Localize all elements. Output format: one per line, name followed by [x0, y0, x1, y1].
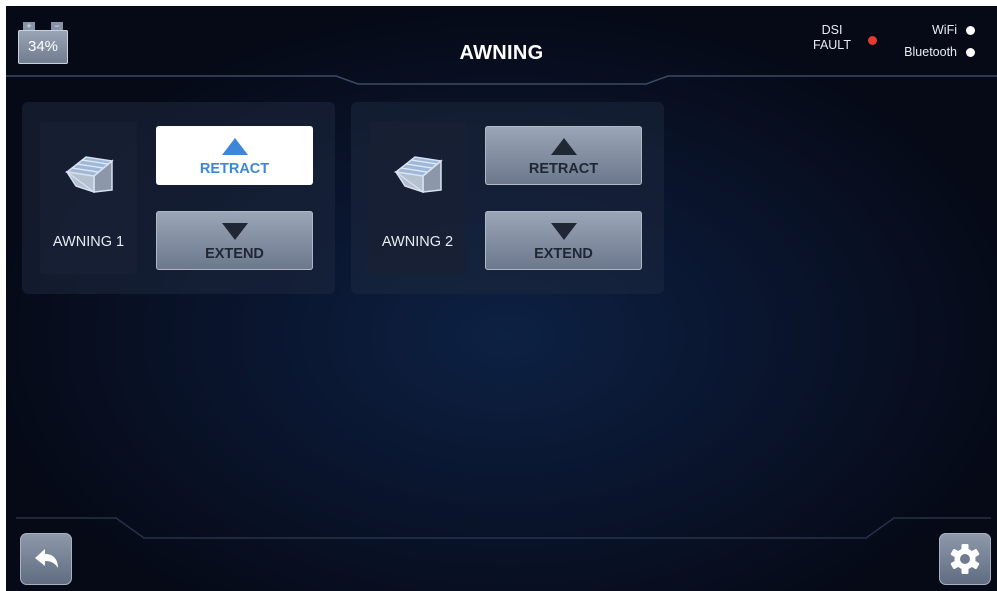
dsi-fault-indicator [868, 36, 877, 45]
retract-button[interactable]: RETRACT [485, 126, 642, 185]
triangle-up-icon [222, 138, 248, 155]
settings-button[interactable] [939, 533, 991, 585]
back-button[interactable] [20, 533, 72, 585]
battery-plus-terminal: + [23, 22, 35, 31]
awning-card-2: AWNING 2 RETRACT EXTEND [351, 102, 664, 294]
extend-button[interactable]: EXTEND [156, 211, 313, 270]
awning-icon [394, 156, 443, 194]
fault-label: FAULT [813, 38, 851, 52]
header-frame-lines [6, 75, 997, 539]
back-arrow-icon [35, 549, 58, 568]
retract-label: RETRACT [528, 161, 599, 177]
awning-icon [65, 156, 114, 194]
gear-icon [950, 544, 980, 574]
battery-minus-terminal: − [51, 22, 63, 31]
triangle-up-icon [551, 138, 577, 155]
awning-name: AWNING 2 [381, 234, 454, 250]
retract-label: RETRACT [199, 161, 270, 177]
retract-button[interactable]: RETRACT [156, 126, 313, 185]
dsi-fault-status: DSI FAULT [801, 23, 863, 53]
extend-button[interactable]: EXTEND [485, 211, 642, 270]
extend-label: EXTEND [205, 246, 264, 262]
awning-label-box: AWNING 2 [369, 122, 466, 274]
bluetooth-status-indicator [966, 48, 975, 57]
wifi-label: WiFi [932, 23, 957, 37]
awning-screen: + − 34% AWNING DSI FAULT WiFi Bluetooth … [6, 6, 997, 591]
awning-card-1: AWNING 1 RETRACT EXTEND [22, 102, 335, 294]
dsi-label: DSI [821, 23, 843, 37]
bluetooth-label: Bluetooth [904, 45, 957, 59]
awning-name: AWNING 1 [52, 234, 125, 250]
triangle-down-icon [222, 223, 248, 240]
triangle-down-icon [551, 223, 577, 240]
wifi-status-indicator [966, 26, 975, 35]
awning-label-box: AWNING 1 [40, 122, 137, 274]
extend-label: EXTEND [534, 246, 593, 262]
